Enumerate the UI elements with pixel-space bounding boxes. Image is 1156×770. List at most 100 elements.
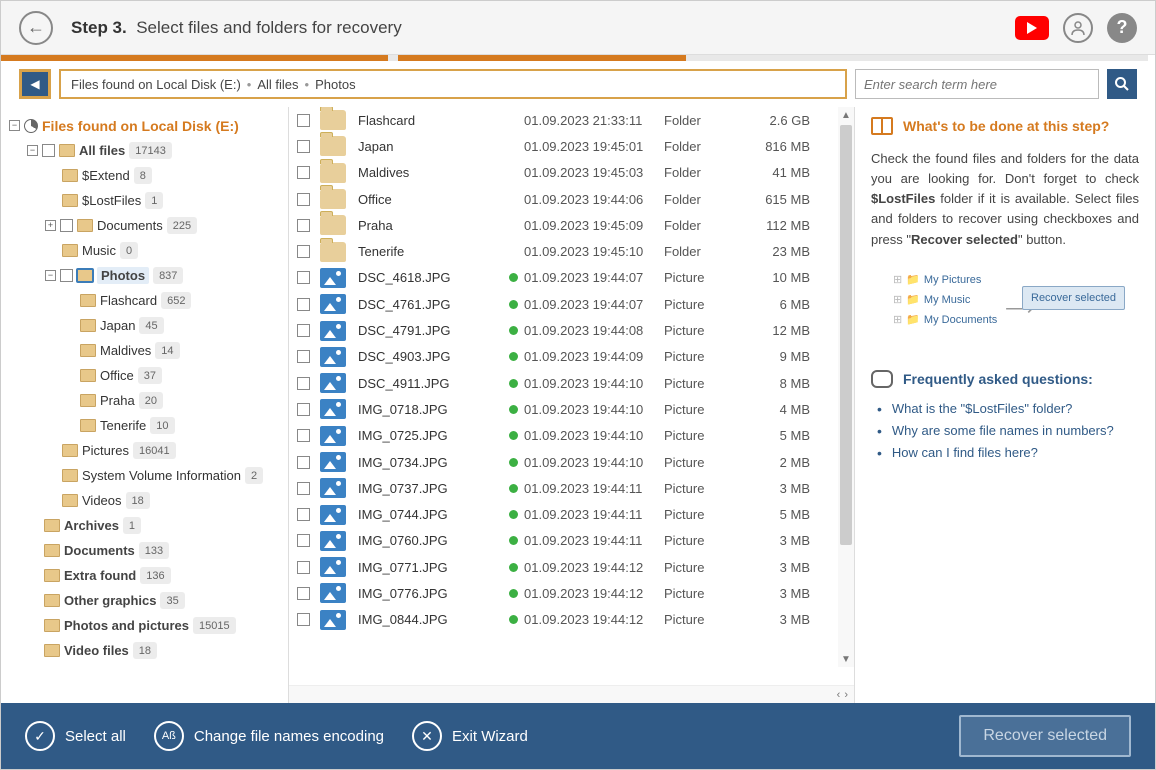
- file-size: 112 MB: [742, 218, 822, 233]
- checkbox[interactable]: [297, 193, 310, 206]
- tree-item[interactable]: Documents133: [9, 538, 284, 563]
- tree-item[interactable]: Office37: [9, 363, 284, 388]
- tree-item[interactable]: Other graphics35: [9, 588, 284, 613]
- breadcrumb[interactable]: Files found on Local Disk (E:) • All fil…: [59, 69, 847, 99]
- close-icon: ✕: [412, 721, 442, 751]
- tree-item[interactable]: Music0: [9, 238, 284, 263]
- help-panel: What's to be done at this step? Check th…: [855, 107, 1155, 703]
- tree-item[interactable]: Praha20: [9, 388, 284, 413]
- file-row[interactable]: DSC_4618.JPG01.09.2023 19:44:07Picture10…: [289, 265, 854, 291]
- tree-item[interactable]: Pictures16041: [9, 438, 284, 463]
- file-row[interactable]: Tenerife01.09.2023 19:45:10Folder23 MB: [289, 238, 854, 264]
- tree-photos[interactable]: −Photos837: [9, 263, 284, 288]
- vertical-scrollbar[interactable]: ▲ ▼: [838, 107, 854, 667]
- breadcrumb-part[interactable]: All files: [257, 77, 298, 92]
- folder-icon: [320, 189, 346, 209]
- checkbox[interactable]: [297, 298, 310, 311]
- checkbox[interactable]: [297, 166, 310, 179]
- search-input[interactable]: [855, 69, 1099, 99]
- tree-item[interactable]: Maldives14: [9, 338, 284, 363]
- breadcrumb-part[interactable]: Photos: [315, 77, 355, 92]
- tree-item[interactable]: Archives1: [9, 513, 284, 538]
- checkbox[interactable]: [297, 508, 310, 521]
- encoding-button[interactable]: Aß Change file names encoding: [154, 721, 384, 751]
- file-row[interactable]: IMG_0718.JPG01.09.2023 19:44:10Picture4 …: [289, 396, 854, 422]
- tree-item[interactable]: Extra found136: [9, 563, 284, 588]
- file-row[interactable]: IMG_0776.JPG01.09.2023 19:44:12Picture3 …: [289, 580, 854, 606]
- back-button[interactable]: ←: [19, 11, 53, 45]
- checkbox[interactable]: [297, 114, 310, 127]
- scroll-right-icon[interactable]: ›: [844, 689, 848, 701]
- checkbox[interactable]: [297, 613, 310, 626]
- checkbox[interactable]: [297, 587, 310, 600]
- checkbox[interactable]: [297, 245, 310, 258]
- horizontal-scrollbar[interactable]: ‹ ›: [289, 685, 854, 703]
- file-name: DSC_4911.JPG: [358, 376, 502, 391]
- checkbox[interactable]: [297, 429, 310, 442]
- file-row[interactable]: IMG_0771.JPG01.09.2023 19:44:12Picture3 …: [289, 554, 854, 580]
- file-row[interactable]: IMG_0844.JPG01.09.2023 19:44:12Picture3 …: [289, 607, 854, 633]
- file-row[interactable]: Flashcard01.09.2023 21:33:11Folder2.6 GB: [289, 107, 854, 133]
- file-row[interactable]: IMG_0737.JPG01.09.2023 19:44:11Picture3 …: [289, 475, 854, 501]
- file-row[interactable]: IMG_0744.JPG01.09.2023 19:44:11Picture5 …: [289, 501, 854, 527]
- breadcrumb-back-button[interactable]: ◀: [21, 71, 49, 97]
- search-button[interactable]: [1107, 69, 1137, 99]
- checkbox[interactable]: [297, 324, 310, 337]
- file-row[interactable]: IMG_0734.JPG01.09.2023 19:44:10Picture2 …: [289, 449, 854, 475]
- scroll-down-icon[interactable]: ▼: [838, 651, 854, 667]
- file-row[interactable]: DSC_4761.JPG01.09.2023 19:44:07Picture6 …: [289, 291, 854, 317]
- faq-link[interactable]: Why are some file names in numbers?: [871, 420, 1139, 442]
- file-date: 01.09.2023 19:44:10: [524, 376, 664, 391]
- status-dot-icon: [509, 326, 518, 335]
- checkbox[interactable]: [297, 219, 310, 232]
- checkbox[interactable]: [297, 403, 310, 416]
- tree-item[interactable]: +Documents225: [9, 213, 284, 238]
- recover-selected-button[interactable]: Recover selected: [959, 715, 1131, 757]
- file-row[interactable]: IMG_0725.JPG01.09.2023 19:44:10Picture5 …: [289, 423, 854, 449]
- tree-item[interactable]: Videos18: [9, 488, 284, 513]
- tree-item[interactable]: Video files18: [9, 638, 284, 663]
- tree-item[interactable]: Japan45: [9, 313, 284, 338]
- picture-icon: [320, 373, 346, 393]
- select-all-button[interactable]: ✓ Select all: [25, 721, 126, 751]
- checkbox[interactable]: [297, 456, 310, 469]
- tree-item[interactable]: Flashcard652: [9, 288, 284, 313]
- file-date: 01.09.2023 19:44:12: [524, 586, 664, 601]
- tree-item[interactable]: Photos and pictures15015: [9, 613, 284, 638]
- tree-item[interactable]: $Extend8: [9, 163, 284, 188]
- file-date: 01.09.2023 19:45:10: [524, 244, 664, 259]
- file-row[interactable]: IMG_0760.JPG01.09.2023 19:44:11Picture3 …: [289, 528, 854, 554]
- checkbox[interactable]: [297, 140, 310, 153]
- youtube-icon[interactable]: [1015, 16, 1049, 40]
- checkbox[interactable]: [42, 144, 55, 157]
- checkbox[interactable]: [297, 482, 310, 495]
- file-type: Picture: [664, 402, 742, 417]
- user-icon[interactable]: [1063, 13, 1093, 43]
- tree-item[interactable]: System Volume Information2: [9, 463, 284, 488]
- file-row[interactable]: DSC_4911.JPG01.09.2023 19:44:10Picture8 …: [289, 370, 854, 396]
- exit-wizard-button[interactable]: ✕ Exit Wizard: [412, 721, 528, 751]
- breadcrumb-part[interactable]: Files found on Local Disk (E:): [71, 77, 241, 92]
- file-type: Picture: [664, 560, 742, 575]
- file-row[interactable]: Japan01.09.2023 19:45:01Folder816 MB: [289, 133, 854, 159]
- checkbox[interactable]: [297, 377, 310, 390]
- scroll-left-icon[interactable]: ‹: [837, 689, 841, 701]
- checkbox[interactable]: [297, 350, 310, 363]
- file-row[interactable]: DSC_4903.JPG01.09.2023 19:44:09Picture9 …: [289, 344, 854, 370]
- faq-link[interactable]: How can I find files here?: [871, 442, 1139, 464]
- faq-link[interactable]: What is the "$LostFiles" folder?: [871, 398, 1139, 420]
- scroll-up-icon[interactable]: ▲: [838, 107, 854, 123]
- tree-root[interactable]: − Files found on Local Disk (E:): [9, 113, 284, 138]
- help-icon[interactable]: ?: [1107, 13, 1137, 43]
- checkbox[interactable]: [297, 561, 310, 574]
- file-row[interactable]: DSC_4791.JPG01.09.2023 19:44:08Picture12…: [289, 317, 854, 343]
- checkbox[interactable]: [297, 271, 310, 284]
- tree-item[interactable]: $LostFiles1: [9, 188, 284, 213]
- file-row[interactable]: Office01.09.2023 19:44:06Folder615 MB: [289, 186, 854, 212]
- file-row[interactable]: Praha01.09.2023 19:45:09Folder112 MB: [289, 212, 854, 238]
- tree-item[interactable]: Tenerife10: [9, 413, 284, 438]
- file-row[interactable]: Maldives01.09.2023 19:45:03Folder41 MB: [289, 160, 854, 186]
- file-type: Folder: [664, 139, 742, 154]
- tree-allfiles[interactable]: − All files17143: [9, 138, 284, 163]
- checkbox[interactable]: [297, 534, 310, 547]
